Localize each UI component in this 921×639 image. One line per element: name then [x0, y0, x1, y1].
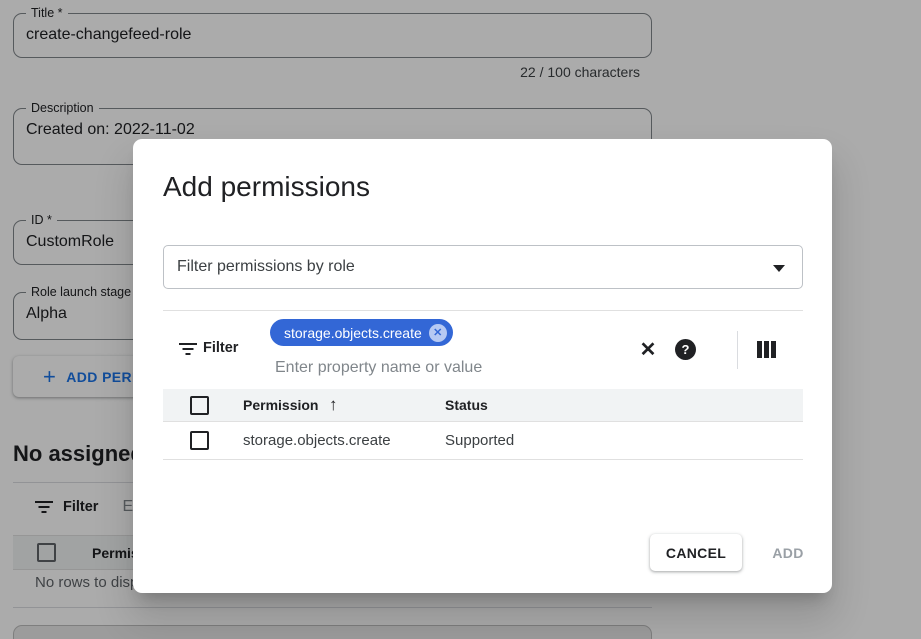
- row-checkbox[interactable]: [190, 431, 209, 450]
- select-all-checkbox[interactable]: [190, 396, 209, 415]
- help-icon[interactable]: ?: [675, 339, 696, 360]
- dialog-title: Add permissions: [163, 171, 370, 203]
- table-header-row: Permission ↑ Status: [163, 389, 803, 422]
- permission-cell: storage.objects.create: [243, 432, 391, 449]
- status-cell: Supported: [445, 432, 514, 449]
- role-dropdown-placeholder: Filter permissions by role: [177, 258, 355, 276]
- table-filter-toolbar: Filter storage.objects.create ✕ Enter pr…: [163, 311, 803, 389]
- cancel-button[interactable]: CANCEL: [650, 534, 742, 571]
- add-button[interactable]: ADD: [759, 534, 817, 571]
- screen: Title * create-changefeed-role 22 / 100 …: [0, 0, 921, 639]
- sort-ascending-icon[interactable]: ↑: [329, 395, 338, 415]
- filter-chip[interactable]: storage.objects.create ✕: [270, 319, 453, 346]
- toolbar-divider: [737, 331, 738, 369]
- filter-label: Filter: [203, 340, 238, 356]
- table-row[interactable]: storage.objects.create Supported: [163, 422, 803, 460]
- add-permissions-dialog: Add permissions Filter permissions by ro…: [133, 139, 832, 593]
- filter-permissions-by-role-dropdown[interactable]: Filter permissions by role: [163, 245, 803, 289]
- permissions-table: Filter storage.objects.create ✕ Enter pr…: [163, 310, 803, 460]
- permission-column-header[interactable]: Permission: [243, 397, 318, 413]
- chip-close-icon[interactable]: ✕: [429, 324, 447, 342]
- chevron-down-icon: [773, 265, 785, 272]
- filter-input-placeholder[interactable]: Enter property name or value: [275, 359, 482, 377]
- filter-funnel-icon: [179, 342, 197, 356]
- column-display-options-icon[interactable]: [757, 341, 776, 358]
- filter-chip-label: storage.objects.create: [284, 325, 422, 341]
- clear-filter-icon[interactable]: ✕: [635, 336, 661, 362]
- status-column-header[interactable]: Status: [445, 397, 488, 413]
